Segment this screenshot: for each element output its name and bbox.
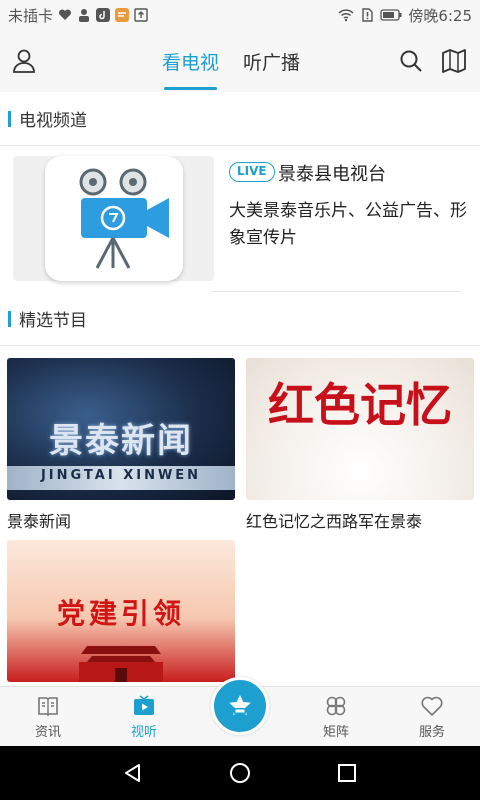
system-navigation-bar — [0, 746, 480, 800]
clover-icon — [326, 696, 346, 716]
section-title: 精选节目 — [19, 311, 87, 331]
star-icon — [229, 695, 251, 716]
status-bar: 未插卡 傍晚6:25 — [0, 0, 480, 30]
center-star-button[interactable] — [211, 677, 269, 735]
carrier-text: 未插卡 — [8, 6, 54, 25]
nav-matrix[interactable]: 矩阵 — [296, 687, 376, 747]
nav-audio-video[interactable]: 视听 — [104, 687, 184, 747]
sim-alert-icon — [362, 8, 374, 22]
upload-icon — [134, 8, 148, 22]
program-thumbnail: 红色记忆 — [246, 358, 474, 500]
section-marker — [8, 110, 11, 127]
book-icon — [38, 697, 58, 717]
nav-service[interactable]: 服务 — [392, 687, 472, 747]
tab-watch-tv[interactable]: 看电视 — [150, 30, 231, 92]
person-icon — [79, 9, 90, 22]
channel-thumbnail — [13, 156, 214, 281]
channel-description: 大美景泰音乐片、公益广告、形象宣传片 — [229, 201, 467, 248]
program-card[interactable]: 红色记忆 红色记忆之西路军在景泰 — [246, 358, 474, 532]
clock: 傍晚6:25 — [408, 6, 472, 25]
thumbnail-title: 景泰新闻 — [49, 421, 193, 461]
map-icon[interactable] — [441, 48, 467, 74]
program-card[interactable]: 党建引领 — [7, 540, 235, 682]
section-title: 电视频道 — [19, 111, 87, 131]
nav-news[interactable]: 资讯 — [8, 687, 88, 747]
divider — [212, 291, 462, 292]
search-icon[interactable] — [398, 48, 424, 74]
program-thumbnail: 党建引领 — [7, 540, 235, 682]
battery-icon — [380, 9, 402, 21]
tv-play-icon — [134, 695, 154, 715]
programs-section-header: 精选节目 — [0, 292, 480, 346]
program-title: 景泰新闻 — [7, 512, 72, 531]
program-title: 红色记忆之西路军在景泰 — [246, 512, 423, 531]
thumbnail-title: 红色记忆 — [268, 378, 452, 432]
app-header: 看电视 听广播 — [0, 30, 480, 92]
heart-icon — [421, 696, 443, 716]
thumbnail-subtitle: JINGTAI XINWEN — [40, 468, 202, 483]
video-camera-icon — [44, 156, 183, 281]
live-badge: LIVE — [229, 162, 275, 182]
program-card[interactable]: 景泰新闻 JINGTAI XINWEN 景泰新闻 — [7, 358, 235, 532]
wifi-icon — [338, 9, 354, 22]
tiananmen-icon — [79, 646, 163, 682]
main-content: 电视频道 LIVE 景泰县电视台 大美景泰音乐片、公益广告、形象宣传片 精选节目… — [0, 92, 480, 686]
bottom-tab-bar: 资讯 视听 矩阵 服务 — [0, 677, 480, 747]
channel-name: 景泰县电视台 — [278, 164, 386, 185]
back-icon[interactable] — [121, 761, 145, 785]
program-thumbnail: 景泰新闻 JINGTAI XINWEN — [7, 358, 235, 500]
home-icon[interactable] — [228, 761, 252, 785]
user-icon[interactable] — [11, 48, 37, 74]
message-icon — [115, 8, 130, 22]
tab-listen-radio[interactable]: 听广播 — [231, 30, 312, 92]
tv-section-header: 电视频道 — [0, 92, 480, 146]
program-grid: 景泰新闻 JINGTAI XINWEN 景泰新闻 红色记忆 红色记忆之西路军在景… — [0, 346, 480, 686]
thumbnail-title: 党建引领 — [56, 597, 185, 630]
section-marker — [8, 310, 11, 327]
channel-card[interactable]: LIVE 景泰县电视台 大美景泰音乐片、公益广告、形象宣传片 — [0, 146, 480, 292]
recents-icon[interactable] — [335, 761, 359, 785]
tiktok-icon — [96, 8, 111, 22]
heart-rate-icon — [59, 9, 72, 20]
channel-tabs: 看电视 听广播 — [150, 30, 312, 92]
